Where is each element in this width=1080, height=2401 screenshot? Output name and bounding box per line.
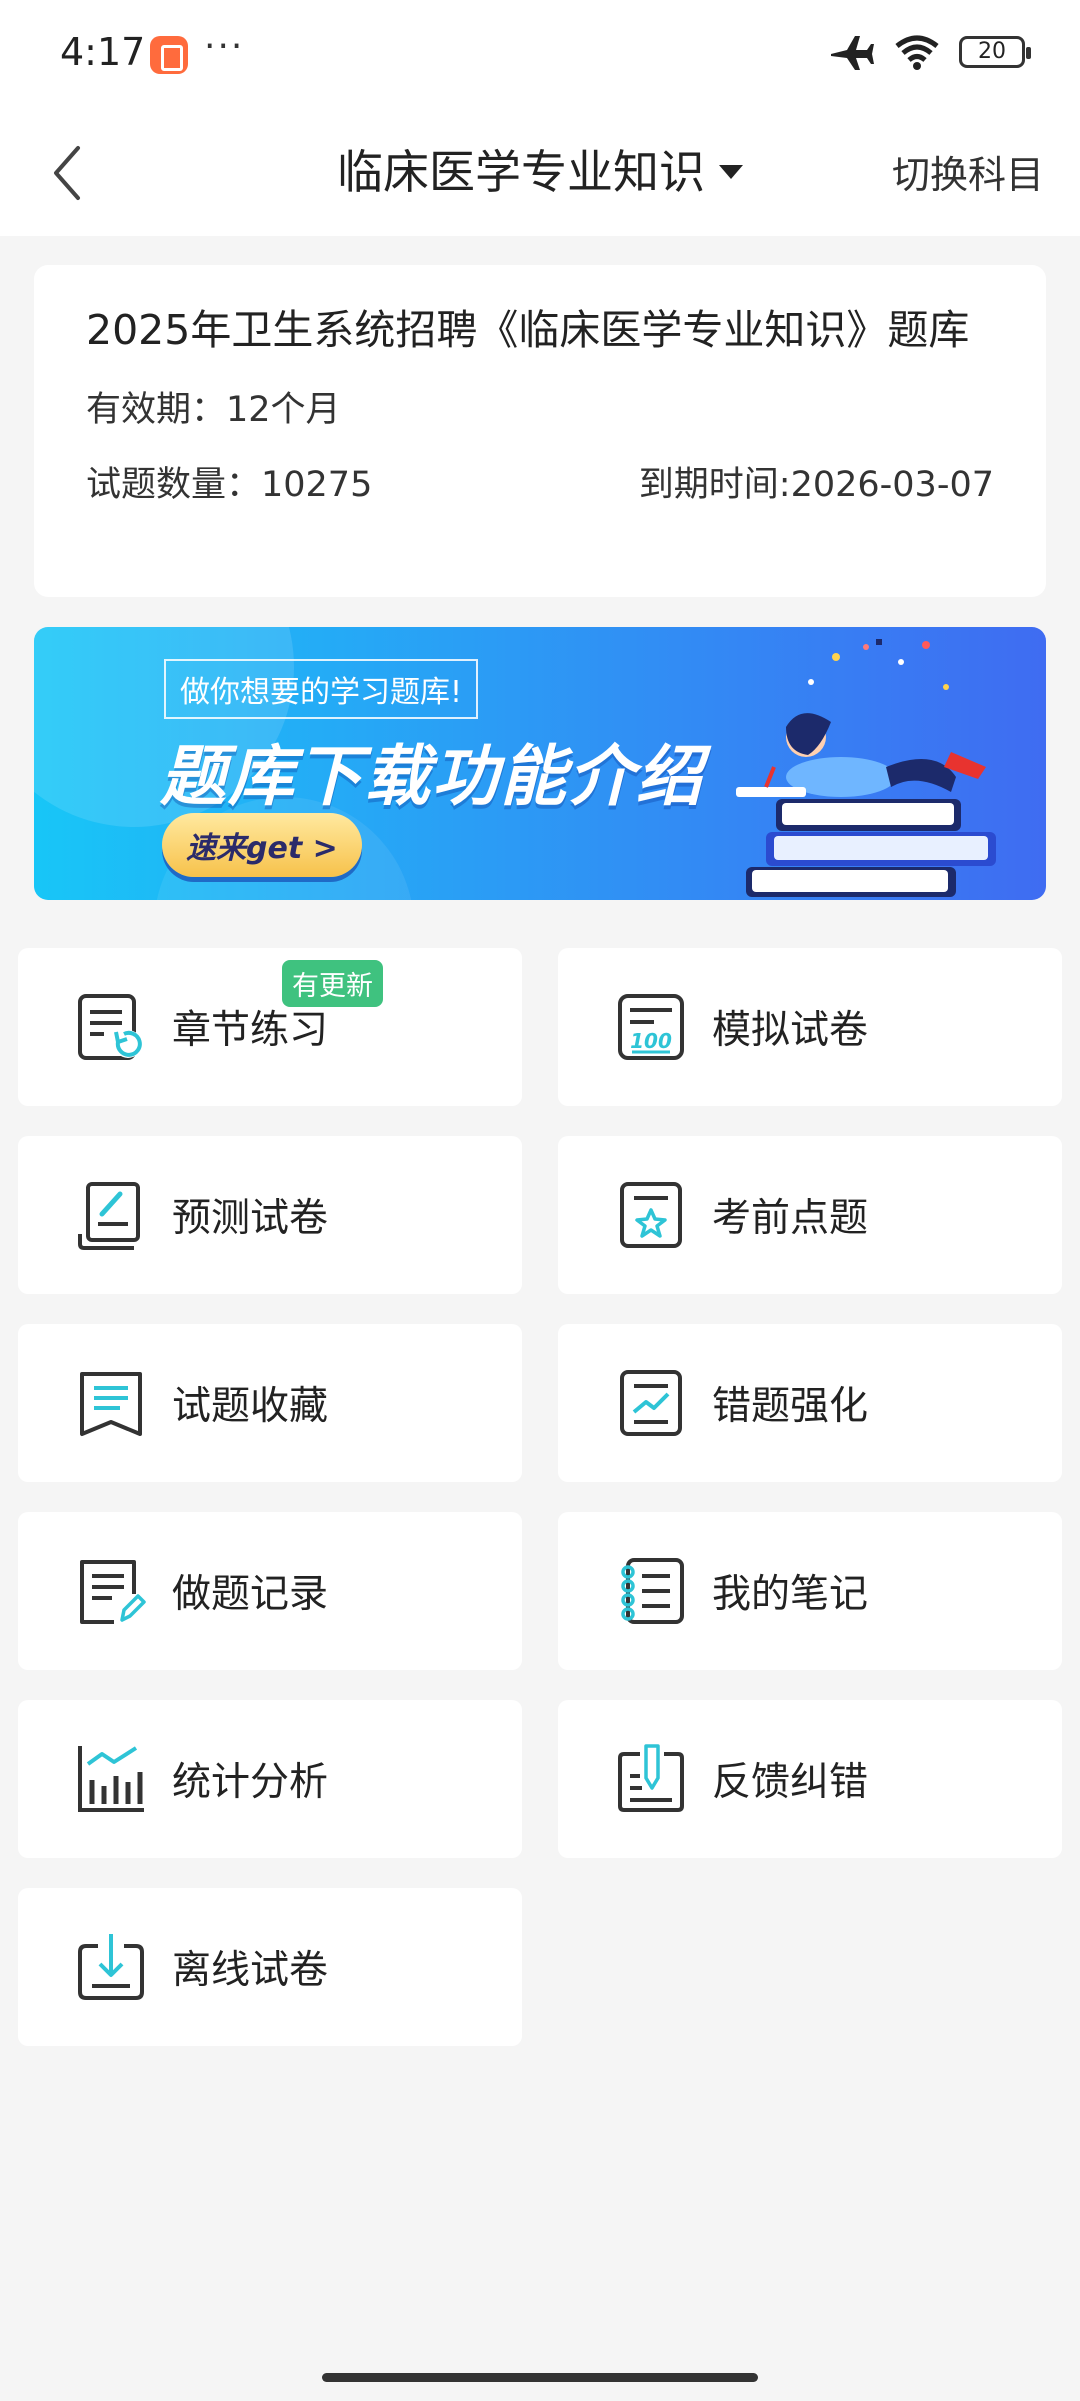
app-notification-icon [150, 36, 188, 74]
download-feature-banner[interactable]: 做你想要的学习题库! 题库下载功能介绍 速来get > [34, 627, 1046, 900]
tile-label: 离线试卷 [172, 1948, 329, 1993]
tile-feedback[interactable]: 反馈纠错 [558, 1700, 1062, 1858]
switch-subject-button[interactable]: 切换科目 [892, 144, 1044, 199]
tile-label: 试题收藏 [172, 1384, 329, 1429]
update-badge: 有更新 [282, 960, 383, 1007]
nav-bar: 临床医学专业知识 切换科目 [0, 110, 1080, 236]
tile-label: 统计分析 [172, 1760, 329, 1805]
status-time: 4:17 [60, 30, 146, 74]
feature-grid: 章节练习 有更新 100 模拟试卷 预测试卷 考前点题 试题收藏 错题强化 做题… [18, 948, 1062, 2046]
tile-label: 考前点题 [712, 1196, 869, 1241]
tile-practice-record[interactable]: 做题记录 [18, 1512, 522, 1670]
caret-down-icon [719, 164, 743, 179]
info-row: 试题数量：10275 到期时间:2026-03-07 [86, 456, 994, 507]
page-title: 临床医学专业知识 [337, 145, 705, 199]
svg-text:100: 100 [630, 1029, 672, 1053]
tile-favorites[interactable]: 试题收藏 [18, 1324, 522, 1482]
question-bank-title: 2025年卫生系统招聘《临床医学专业知识》题库 [86, 306, 970, 354]
tile-label: 错题强化 [712, 1384, 869, 1429]
tile-label: 预测试卷 [172, 1196, 329, 1241]
wrong-questions-icon [620, 1370, 682, 1436]
tile-label: 章节练习 [172, 1008, 329, 1053]
question-count: 试题数量：10275 [86, 465, 373, 505]
validity-text: 有效期：12个月 [86, 390, 341, 430]
tile-wrong-questions[interactable]: 错题强化 [558, 1324, 1062, 1482]
expiry-date: 到期时间:2026-03-07 [638, 465, 994, 505]
question-bank-info-card: 2025年卫生系统招聘《临床医学专业知识》题库 有效期：12个月 试题数量：10… [34, 265, 1046, 597]
airplane-icon [831, 36, 874, 70]
tile-label: 反馈纠错 [712, 1760, 869, 1805]
tile-label: 做题记录 [172, 1572, 329, 1617]
more-notifications-icon: ··· [204, 26, 245, 67]
feedback-icon [618, 1744, 684, 1812]
banner-headline: 题库下载功能介绍 [160, 738, 704, 815]
tile-label: 我的笔记 [712, 1572, 869, 1617]
practice-record-icon [80, 1560, 146, 1624]
tile-statistics[interactable]: 统计分析 [18, 1700, 522, 1858]
favorites-icon [80, 1372, 142, 1436]
statistics-icon [78, 1746, 144, 1812]
prediction-exam-icon [78, 1182, 140, 1250]
offline-exam-icon [78, 1934, 144, 2000]
tile-chapter-practice[interactable]: 章节练习 有更新 [18, 948, 522, 1106]
status-icons: 20 [829, 32, 1031, 72]
status-bar: 4:17 ··· 20 [0, 0, 1080, 110]
pre-exam-tips-icon [620, 1182, 682, 1248]
tile-pre-exam-tips[interactable]: 考前点题 [558, 1136, 1062, 1294]
study-illustration-icon [736, 639, 996, 897]
battery-icon: 20 [959, 36, 1031, 68]
notes-icon [621, 1558, 684, 1624]
wifi-icon [895, 35, 939, 70]
tile-offline-exam[interactable]: 离线试卷 [18, 1888, 522, 2046]
tile-mock-exam[interactable]: 100 模拟试卷 [558, 948, 1062, 1106]
home-indicator[interactable] [322, 2373, 758, 2382]
chapter-practice-icon [78, 994, 142, 1060]
banner-tag: 做你想要的学习题库! [164, 659, 479, 719]
tile-prediction-exam[interactable]: 预测试卷 [18, 1136, 522, 1294]
banner-get-button[interactable]: 速来get > [162, 813, 362, 877]
tile-label: 模拟试卷 [712, 1008, 869, 1053]
mock-exam-icon: 100 [618, 994, 684, 1060]
tile-notes[interactable]: 我的笔记 [558, 1512, 1062, 1670]
